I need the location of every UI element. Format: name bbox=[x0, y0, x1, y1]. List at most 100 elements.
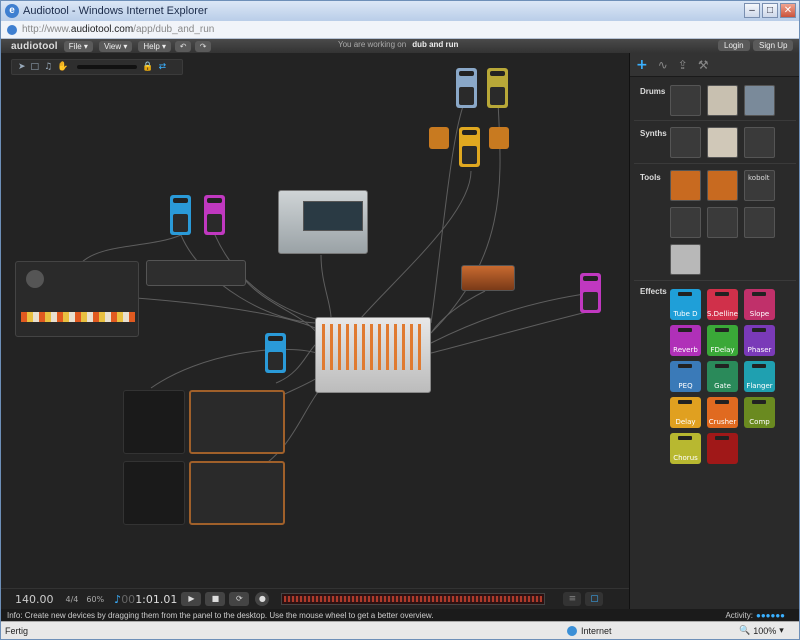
synth-device[interactable] bbox=[278, 190, 368, 254]
time-signature[interactable]: 4/4 bbox=[66, 595, 79, 604]
drum-device-tile[interactable] bbox=[707, 85, 738, 116]
pedal-device[interactable] bbox=[265, 333, 286, 373]
splitter-device[interactable] bbox=[429, 127, 449, 149]
login-button[interactable]: Login bbox=[718, 40, 750, 51]
tool-device-tile[interactable] bbox=[707, 207, 738, 238]
info-bar: Info: Create new devices by dragging the… bbox=[1, 609, 799, 621]
effect-label: Tube D bbox=[673, 310, 698, 318]
desk-toolbar: ➤ □ ♫ ✋ 🔒 ⇄ bbox=[11, 59, 183, 75]
signup-button[interactable]: Sign Up bbox=[753, 40, 794, 51]
section-effects: Effects bbox=[640, 287, 667, 296]
synth-device-tile[interactable] bbox=[670, 127, 701, 158]
snap-icon[interactable]: ⇄ bbox=[159, 62, 167, 72]
effect-device-tile[interactable]: S.Delline bbox=[707, 289, 738, 320]
drum-machine-device[interactable] bbox=[15, 261, 139, 337]
maximize-button[interactable]: □ bbox=[762, 3, 778, 18]
pedal-device[interactable] bbox=[487, 68, 508, 108]
pad-device[interactable] bbox=[123, 461, 185, 525]
tool-device-tile[interactable] bbox=[744, 207, 775, 238]
tool-device-tile[interactable] bbox=[670, 244, 701, 275]
menu-file[interactable]: File ▾ bbox=[63, 40, 93, 52]
pedal-device[interactable] bbox=[204, 195, 225, 235]
effect-device-tile[interactable]: Comp bbox=[744, 397, 775, 428]
drum-device-tile[interactable] bbox=[670, 85, 701, 116]
bassline-device[interactable] bbox=[189, 390, 285, 454]
position-display: ♪001:01.01 bbox=[114, 592, 178, 606]
zoom-icon: 🔍 bbox=[739, 625, 751, 635]
list-view-icon[interactable]: ≡ bbox=[563, 592, 582, 606]
tool-device-tile[interactable]: kobolt bbox=[744, 170, 775, 201]
transport-bar: 140.00 4/4 60% ♪001:01.01 ▶ ■ ⟳ ● ≡ ▢ bbox=[1, 588, 629, 609]
bassline-device[interactable] bbox=[189, 461, 285, 525]
add-device-tab-icon[interactable]: + bbox=[636, 57, 648, 73]
headphones-icon[interactable]: ♫ bbox=[44, 62, 52, 72]
browser-statusbar: Fertig Internet 🔍 100% ▾ bbox=[1, 621, 799, 639]
app-header: audiotool File ▾ View ▾ Help ▾ ↶ ↷ You a… bbox=[1, 39, 799, 53]
section-synths: Synths bbox=[640, 129, 667, 138]
timeline-overview[interactable] bbox=[281, 593, 546, 605]
zoom-level: 60% bbox=[86, 594, 105, 604]
effect-device-tile[interactable]: Phaser bbox=[744, 325, 775, 356]
mixer-device[interactable] bbox=[315, 317, 431, 393]
effect-device-tile[interactable]: Slope bbox=[744, 289, 775, 320]
pedal-device[interactable] bbox=[580, 273, 601, 313]
upload-tab-icon[interactable]: ⇪ bbox=[678, 58, 688, 72]
effect-device-tile[interactable]: Gate bbox=[707, 361, 738, 392]
activity-indicator: Activity: ●●●●●● bbox=[725, 610, 785, 620]
browser-zoom[interactable]: 🔍 100% ▾ bbox=[739, 625, 784, 636]
drum-device-tile[interactable] bbox=[744, 85, 775, 116]
desktop-canvas[interactable]: ➤ □ ♫ ✋ 🔒 ⇄ bbox=[1, 53, 629, 609]
tool-device[interactable] bbox=[461, 265, 515, 291]
effect-device-tile[interactable]: Crusher bbox=[707, 397, 738, 428]
effect-device-tile[interactable] bbox=[707, 433, 738, 464]
menu-view[interactable]: View ▾ bbox=[98, 40, 133, 52]
effect-label: S.Delline bbox=[707, 310, 738, 318]
tool-device-tile[interactable] bbox=[670, 170, 701, 201]
effect-device-tile[interactable]: Chorus bbox=[670, 433, 701, 464]
samples-tab-icon[interactable]: ∿ bbox=[658, 58, 668, 72]
play-button[interactable]: ▶ bbox=[181, 592, 202, 606]
sequencer-device[interactable] bbox=[146, 260, 246, 286]
loop-button[interactable]: ⟳ bbox=[229, 592, 250, 606]
settings-tab-icon[interactable]: ⚒ bbox=[698, 58, 709, 72]
pedal-device[interactable] bbox=[456, 68, 477, 108]
zoom-slider[interactable] bbox=[77, 65, 138, 69]
undo-icon[interactable]: ↶ bbox=[175, 40, 192, 52]
menu-help[interactable]: Help ▾ bbox=[138, 40, 172, 52]
address-bar[interactable]: http://www. audiotool.com/app/dub_and_run bbox=[1, 21, 799, 39]
globe-icon bbox=[567, 625, 577, 636]
minimize-button[interactable]: – bbox=[744, 3, 760, 18]
effect-label: Phaser bbox=[747, 346, 772, 354]
effect-device-tile[interactable]: FDelay bbox=[707, 325, 738, 356]
tool-device-tile[interactable] bbox=[670, 207, 701, 238]
merger-device[interactable] bbox=[489, 127, 509, 149]
pointer-icon[interactable]: ➤ bbox=[18, 62, 26, 72]
tool-device-tile[interactable] bbox=[707, 170, 738, 201]
pad-device[interactable] bbox=[123, 390, 185, 454]
stop-button[interactable]: ■ bbox=[205, 592, 226, 606]
effect-label: Slope bbox=[749, 310, 770, 318]
effect-label: Flanger bbox=[746, 382, 773, 390]
close-button[interactable]: ✕ bbox=[780, 3, 796, 18]
effect-device-tile[interactable]: Delay bbox=[670, 397, 701, 428]
redo-icon[interactable]: ↷ bbox=[195, 40, 212, 52]
tempo-display[interactable]: 140.00 bbox=[15, 593, 54, 606]
synth-device-tile[interactable] bbox=[744, 127, 775, 158]
panel-tabs: + ∿ ⇪ ⚒ bbox=[630, 53, 799, 77]
pedal-device[interactable] bbox=[459, 127, 480, 167]
ie-icon: e bbox=[5, 4, 19, 18]
effect-device-tile[interactable]: Flanger bbox=[744, 361, 775, 392]
effect-device-tile[interactable]: Tube D bbox=[670, 289, 701, 320]
effect-label: Crusher bbox=[708, 418, 737, 426]
browser-window: e Audiotool - Windows Internet Explorer … bbox=[0, 0, 800, 640]
synth-device-tile[interactable] bbox=[707, 127, 738, 158]
record-button[interactable]: ● bbox=[255, 592, 270, 606]
effect-device-tile[interactable]: Reverb bbox=[670, 325, 701, 356]
effect-device-tile[interactable]: PEQ bbox=[670, 361, 701, 392]
folder-view-icon[interactable]: ▢ bbox=[585, 592, 604, 606]
hand-icon[interactable]: ✋ bbox=[57, 62, 68, 72]
lock-icon[interactable]: 🔒 bbox=[142, 62, 153, 72]
select-icon[interactable]: □ bbox=[31, 62, 40, 72]
effect-label: Chorus bbox=[673, 454, 698, 462]
pedal-device[interactable] bbox=[170, 195, 191, 235]
